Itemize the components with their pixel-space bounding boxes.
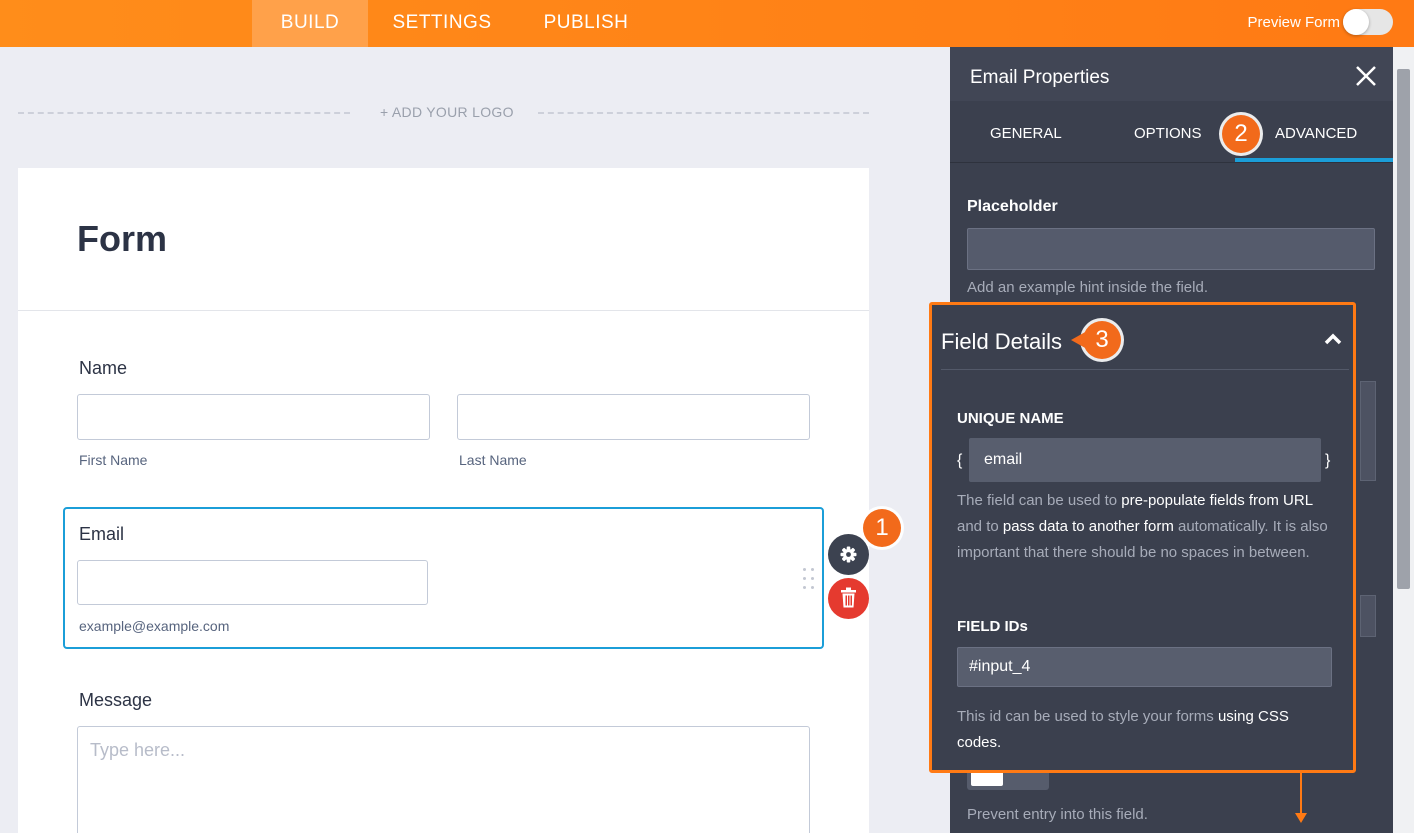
tab-advanced[interactable]: ADVANCED: [1275, 125, 1357, 142]
email-label: Email: [79, 524, 125, 544]
placeholder-input[interactable]: [967, 228, 1375, 270]
unique-name-label: UNIQUE NAME: [957, 410, 1064, 427]
add-logo-button[interactable]: + ADD YOUR LOGO: [380, 104, 514, 120]
panel-tabs: GENERAL OPTIONS ADVANCED: [950, 101, 1393, 163]
chevron-up-icon[interactable]: [1324, 332, 1342, 346]
close-brace: }: [1325, 452, 1331, 469]
field-ids-description: This id can be used to style your forms …: [957, 708, 1289, 751]
pass-data-link[interactable]: pass data to another form: [1003, 518, 1174, 535]
preview-form-label: Preview Form: [1247, 14, 1340, 31]
message-placeholder: Type here...: [90, 740, 186, 760]
open-brace: {: [957, 452, 963, 469]
name-label: Name: [79, 358, 128, 378]
tab-settings[interactable]: SETTINGS: [382, 0, 502, 47]
toggle-knob: [1343, 9, 1369, 35]
preview-form-toggle[interactable]: [1343, 9, 1393, 35]
logo-dashed-line-left: [18, 112, 350, 114]
trash-icon: [841, 587, 856, 608]
panel-title: Email Properties: [970, 67, 1110, 88]
field-details-title[interactable]: Field Details: [941, 329, 1062, 355]
gear-icon: [840, 546, 857, 563]
drag-handle-icon[interactable]: [803, 568, 817, 590]
message-textarea[interactable]: Type here...: [77, 726, 810, 833]
logo-dashed-line-right: [538, 112, 869, 114]
hidden-input-1: [1360, 381, 1376, 481]
close-icon[interactable]: [1355, 65, 1377, 87]
form-card: Form Name First Name Last Name Email exa…: [18, 168, 869, 833]
email-input[interactable]: [77, 560, 428, 605]
prepopulate-link[interactable]: pre-populate fields from URL: [1121, 492, 1312, 509]
last-name-input[interactable]: [457, 394, 810, 440]
details-divider: [941, 369, 1349, 370]
active-tab-indicator: [1235, 158, 1393, 162]
panel-scrollbar[interactable]: [1393, 47, 1414, 833]
unique-name-input[interactable]: email: [969, 438, 1321, 482]
field-ids-input[interactable]: #input_4: [957, 647, 1332, 687]
field-details-section: Field Details UNIQUE NAME { email } The …: [929, 302, 1356, 773]
field-ids-label: FIELD IDs: [957, 618, 1028, 635]
header-divider: [18, 310, 869, 311]
scroll-down-arrow: [1300, 773, 1302, 817]
tab-options[interactable]: OPTIONS: [1134, 125, 1202, 142]
placeholder-hint: Add an example hint inside the field.: [967, 279, 1208, 296]
last-name-sublabel: Last Name: [459, 452, 527, 468]
scrollbar-thumb[interactable]: [1397, 69, 1410, 589]
top-navigation-bar: BUILD SETTINGS PUBLISH Preview Form: [0, 0, 1414, 47]
first-name-input[interactable]: [77, 394, 430, 440]
tab-general[interactable]: GENERAL: [990, 125, 1062, 142]
placeholder-label: Placeholder: [967, 198, 1058, 215]
tab-publish[interactable]: PUBLISH: [532, 0, 640, 47]
badge-pointer: [1071, 331, 1087, 349]
delete-field-button[interactable]: [828, 578, 869, 619]
step-badge-1: 1: [863, 509, 901, 547]
step-badge-2: 2: [1222, 115, 1260, 153]
step-badge-3: 3: [1083, 321, 1121, 359]
first-name-sublabel: First Name: [79, 452, 148, 468]
read-only-hint: Prevent entry into this field.: [967, 806, 1148, 823]
form-title[interactable]: Form: [77, 218, 167, 260]
arrow-head: [1295, 813, 1307, 823]
unique-name-description: The field can be used to pre-populate fi…: [957, 492, 1328, 561]
message-label: Message: [79, 690, 153, 710]
panel-header: Email Properties: [950, 47, 1393, 101]
email-sublabel: example@example.com: [79, 618, 230, 634]
tab-build[interactable]: BUILD: [252, 0, 368, 47]
field-properties-button[interactable]: [828, 534, 869, 575]
hidden-input-2: [1360, 595, 1376, 637]
